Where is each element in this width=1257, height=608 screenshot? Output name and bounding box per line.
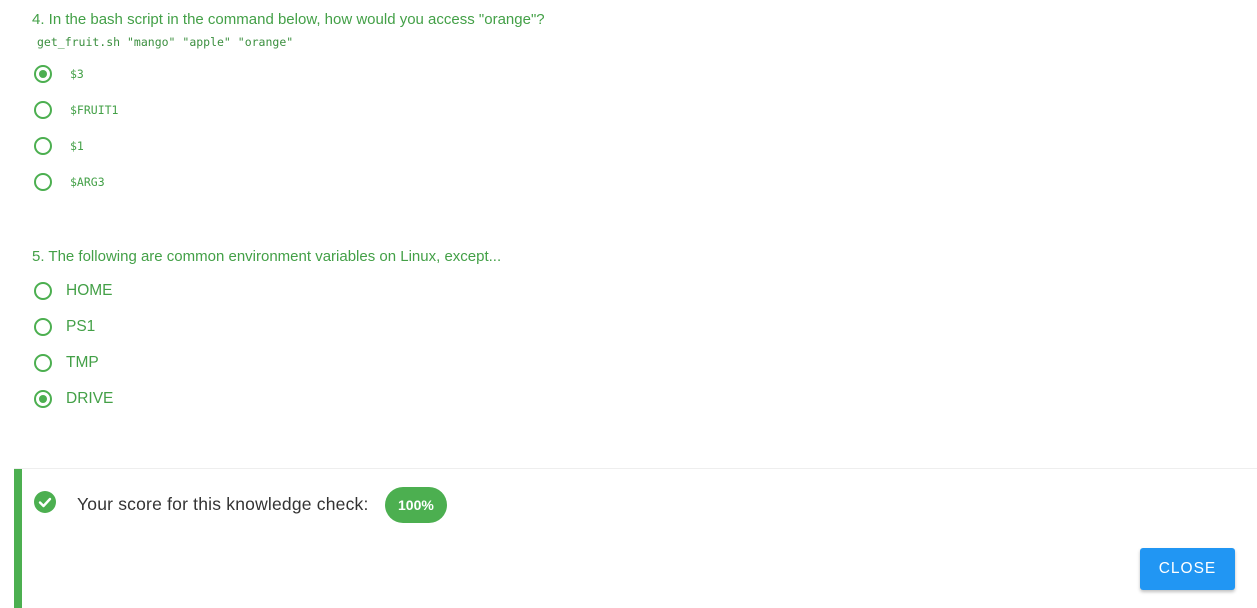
radio-button[interactable] — [34, 282, 52, 300]
option-$FRUIT1[interactable]: $FRUIT1 — [32, 92, 545, 128]
option-ps1[interactable]: PS1 — [32, 309, 501, 345]
option-label: DRIVE — [66, 390, 114, 407]
score-badge: 100% — [385, 487, 447, 523]
option-label: PS1 — [66, 318, 96, 335]
option-label: TMP — [66, 354, 99, 371]
radio-button-selected[interactable] — [34, 65, 52, 83]
option-label: HOME — [66, 282, 113, 299]
close-button[interactable]: CLOSE — [1140, 548, 1235, 590]
radio-button[interactable] — [34, 173, 52, 191]
score-panel: Your score for this knowledge check: 100… — [14, 468, 1257, 608]
question-5: 5. The following are common environment … — [32, 248, 501, 417]
option-label: $3 — [70, 67, 84, 81]
radio-button[interactable] — [34, 354, 52, 372]
knowledge-check-page: 4. In the bash script in the command bel… — [0, 0, 1257, 608]
question-text: 5. The following are common environment … — [32, 248, 502, 265]
option-label: $FRUIT1 — [70, 103, 119, 117]
answer-options: $3 $FRUIT1 $1 $ARG3 — [32, 56, 545, 200]
radio-button[interactable] — [34, 101, 52, 119]
radio-button-selected[interactable] — [34, 390, 52, 408]
option-drive[interactable]: DRIVE — [32, 381, 501, 417]
option-home[interactable]: HOME — [32, 273, 501, 309]
success-accent-bar — [14, 469, 22, 608]
option-$ARG3[interactable]: $ARG3 — [32, 164, 545, 200]
question-4: 4. In the bash script in the command bel… — [32, 11, 545, 200]
option-label: $ARG3 — [70, 175, 105, 189]
question-text: 4. In the bash script in the command bel… — [32, 11, 545, 28]
option-tmp[interactable]: TMP — [32, 345, 501, 381]
option-label: $1 — [70, 139, 84, 153]
score-label: Your score for this knowledge check: — [77, 494, 369, 514]
check-circle-icon — [34, 491, 56, 513]
option-$1[interactable]: $1 — [32, 128, 545, 164]
question-code: get_fruit.sh "mango" "apple" "orange" — [37, 35, 294, 49]
radio-button[interactable] — [34, 137, 52, 155]
radio-button[interactable] — [34, 318, 52, 336]
option-$3[interactable]: $3 — [32, 56, 545, 92]
answer-options: HOME PS1 TMP DRIVE — [32, 273, 501, 417]
